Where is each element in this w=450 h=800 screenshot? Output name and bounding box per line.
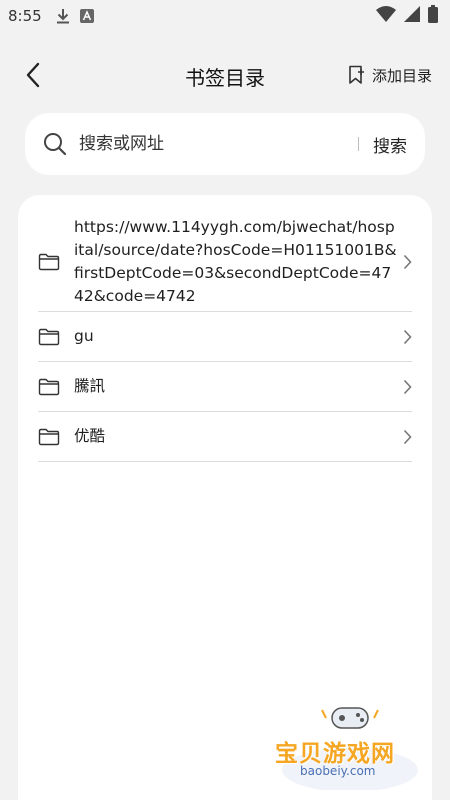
chevron-right-icon [398,429,412,445]
chevron-right-icon [398,254,412,270]
chevron-right-icon [398,379,412,395]
chevron-right-icon [398,329,412,345]
folder-icon [38,378,60,396]
watermark-logo: 宝贝游戏网 baobeiy.com [270,700,430,790]
folder-icon [38,253,60,271]
status-time: 8:55 [8,7,42,25]
bookmark-item[interactable]: 騰訊 [38,362,412,412]
folder-icon [38,328,60,346]
bookmark-add-icon [349,65,364,84]
bookmark-label: 优酷 [74,427,106,445]
add-directory-button[interactable]: 添加目录 [348,62,432,88]
watermark-text: 宝贝游戏网 [275,741,395,767]
bookmark-item[interactable]: gu [38,312,412,362]
search-divider [358,137,359,151]
search-bar: 搜索 [25,113,425,175]
status-bar: 8:55 [0,0,450,32]
font-app-icon [79,9,94,23]
battery-icon [428,5,438,27]
bookmark-item[interactable]: https://www.114yygh.com/bjwechat/hospita… [38,213,412,312]
watermark-url: baobeiy.com [300,764,376,778]
add-directory-label: 添加目录 [371,66,432,85]
download-icon [56,8,70,24]
wifi-icon [376,6,396,26]
bookmark-label: 騰訊 [74,377,106,395]
search-input[interactable] [79,134,358,154]
search-button[interactable]: 搜索 [373,132,407,157]
bookmark-item[interactable]: 优酷 [38,412,412,462]
app-header: 书签目录 添加目录 [0,48,450,104]
bookmark-label: gu [74,327,94,345]
search-icon [44,133,67,156]
bookmark-label: https://www.114yygh.com/bjwechat/hospita… [74,218,397,305]
status-right-icons [376,5,438,27]
signal-icon [404,6,420,26]
folder-icon [38,428,60,446]
